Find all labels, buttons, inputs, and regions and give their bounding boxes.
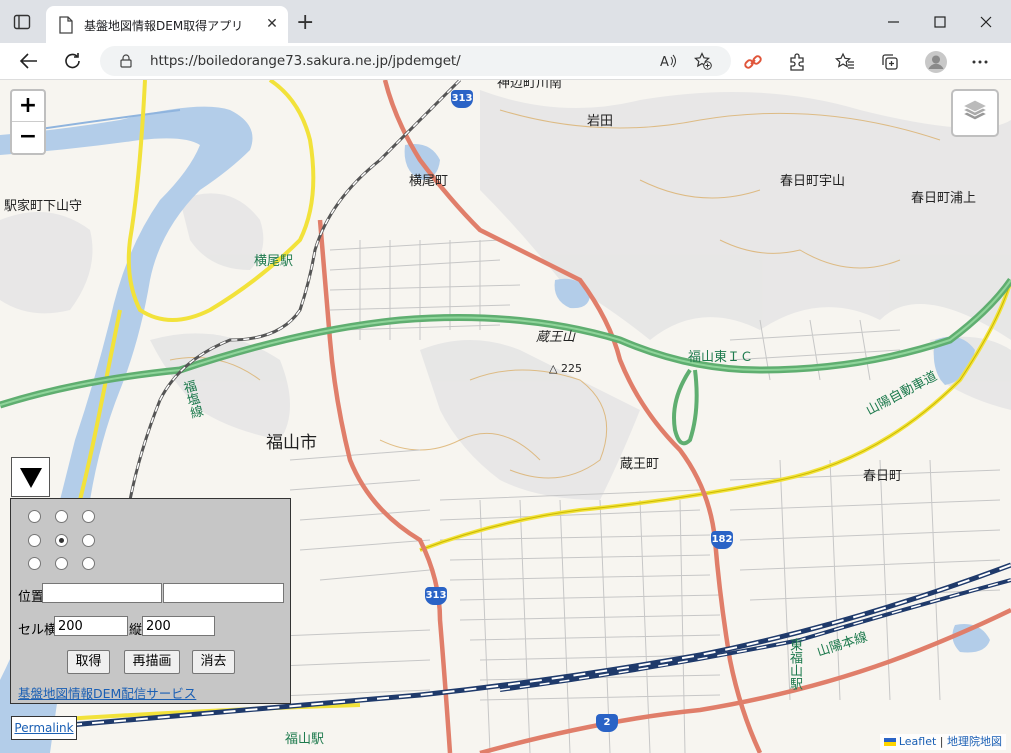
page-icon [59, 16, 73, 34]
anchor-radio[interactable] [82, 534, 95, 547]
cell-y-input[interactable] [142, 616, 215, 636]
url-text[interactable]: https://boiledorange73.sakura.ne.jp/jpde… [150, 53, 461, 69]
favorites-icon[interactable] [835, 52, 855, 72]
anchor-radio[interactable] [82, 510, 95, 523]
anchor-radio-selected[interactable] [55, 534, 68, 547]
cell-x-input[interactable] [54, 616, 128, 636]
tab-title: 基盤地図情報DEM取得アプリ [84, 19, 244, 33]
map-label: 駅家町下山守 [4, 199, 83, 214]
title-bar: 基盤地図情報DEM取得アプリ ✕ + [0, 0, 1011, 43]
map-label-interchange: 福山東ＩＣ [688, 350, 754, 365]
add-favorite-icon[interactable] [694, 52, 712, 70]
elevation-value: 225 [560, 362, 582, 375]
position-input-2[interactable] [163, 583, 284, 603]
extensions-icon[interactable] [787, 52, 807, 72]
map-label: 岩田 [587, 114, 614, 129]
map-label: 春日町浦上 [911, 191, 977, 206]
anchor-radio[interactable] [82, 557, 95, 570]
dem-service-link[interactable]: 基盤地図情報DEM配信サービス [18, 683, 196, 702]
address-bar[interactable]: https://boiledorange73.sakura.ne.jp/jpde… [100, 46, 731, 76]
more-menu-icon[interactable] [970, 52, 990, 72]
attribution-separator: | [936, 735, 947, 748]
map-label: 蔵王町 [620, 457, 660, 472]
anchor-radio[interactable] [55, 510, 68, 523]
redraw-button[interactable]: 再描画 [124, 650, 180, 674]
read-aloud-icon[interactable]: A [659, 52, 677, 70]
map-label-station: 横尾駅 [254, 254, 294, 269]
new-tab-icon[interactable]: + [296, 12, 314, 34]
map-label-elevation: △ 225 [549, 362, 582, 375]
cell-y-label: 縦 [129, 623, 143, 638]
map-label-station: 東福山駅 [787, 638, 802, 690]
maximize-icon[interactable] [930, 12, 950, 32]
zoom-out-button[interactable]: − [12, 122, 44, 153]
anchor-radio[interactable] [28, 534, 41, 547]
route-shield: 2 [596, 714, 618, 732]
map-label-mountain: 蔵王山 [536, 330, 576, 345]
route-shield: 313 [451, 90, 473, 108]
zoom-control: + − [10, 89, 46, 155]
gsi-link[interactable]: 地理院地図 [947, 735, 1002, 748]
profile-avatar-icon[interactable] [924, 50, 948, 74]
minimize-icon[interactable] [884, 12, 904, 32]
route-shield: 313 [425, 587, 447, 605]
extension-link-icon[interactable] [743, 52, 763, 72]
route-shield: 182 [711, 531, 733, 549]
tab-close-icon[interactable]: ✕ [264, 16, 280, 32]
map-label: 春日町宇山 [780, 174, 846, 189]
cell-x-label: セル横 [18, 623, 58, 638]
lock-icon[interactable] [120, 54, 132, 68]
permalink-button[interactable]: Permalink [11, 716, 77, 740]
back-icon[interactable] [18, 51, 40, 71]
zoom-in-button[interactable]: + [12, 91, 44, 122]
svg-text:A: A [660, 55, 669, 70]
attribution: Leaflet | 地理院地図 [879, 734, 1006, 750]
browser-toolbar: https://boiledorange73.sakura.ne.jp/jpde… [0, 43, 1011, 80]
map-label-city: 福山市 [266, 433, 317, 453]
triangle-down-icon [20, 468, 42, 488]
anchor-radio[interactable] [55, 557, 68, 570]
reload-icon[interactable] [62, 51, 84, 71]
anchor-radio[interactable] [28, 510, 41, 523]
map-label-station: 福山駅 [285, 732, 325, 747]
position-label: 位置 [18, 590, 45, 605]
collections-icon[interactable] [880, 52, 900, 72]
anchor-radio[interactable] [28, 557, 41, 570]
window-menu-icon[interactable] [13, 13, 31, 31]
close-window-icon[interactable] [976, 12, 996, 32]
panel-toggle-button[interactable] [11, 457, 50, 497]
dem-panel: 位置 セル横 縦 取得 再描画 消去 基盤地図情報DEM配信サービス [10, 498, 291, 704]
ukraine-flag-icon [883, 738, 896, 746]
map-label: 神辺町川南 [497, 80, 563, 91]
leaflet-link[interactable]: Leaflet [899, 735, 936, 748]
map-label: 横尾町 [409, 174, 449, 189]
get-button[interactable]: 取得 [67, 650, 110, 674]
clear-button[interactable]: 消去 [192, 650, 235, 674]
layers-button[interactable] [951, 89, 999, 137]
browser-tab[interactable]: 基盤地図情報DEM取得アプリ ✕ [46, 6, 288, 43]
layers-icon [961, 99, 989, 121]
map-label: 春日町 [863, 469, 903, 484]
position-input-1[interactable] [42, 583, 162, 603]
map-view[interactable]: 神辺町川南 岩田 横尾町 春日町宇山 春日町浦上 駅家町下山守 横尾駅 蔵王山 … [0, 80, 1011, 753]
